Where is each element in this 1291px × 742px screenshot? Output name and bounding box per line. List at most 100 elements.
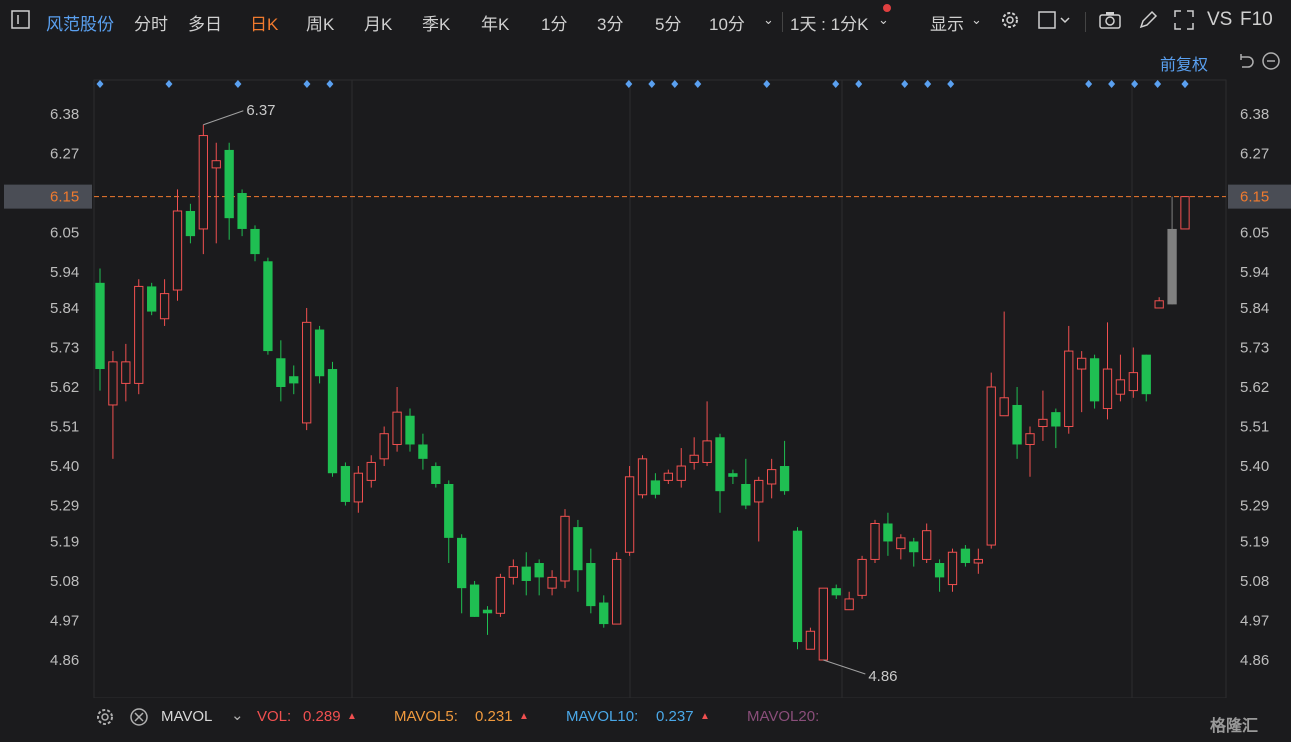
event-marker-icon[interactable]: [326, 80, 334, 88]
candle-body[interactable]: [302, 321, 312, 424]
indicator-name[interactable]: MAVOL: [161, 708, 212, 725]
candle-body[interactable]: [366, 461, 376, 481]
candle-body[interactable]: [754, 479, 764, 503]
gear-icon[interactable]: [999, 9, 1021, 31]
candle-body[interactable]: [1038, 418, 1048, 428]
candle-body[interactable]: [353, 472, 363, 503]
candle-body[interactable]: [250, 228, 260, 255]
camera-icon[interactable]: [1098, 9, 1121, 31]
event-marker-icon[interactable]: [832, 80, 840, 88]
candle-body[interactable]: [612, 558, 622, 625]
candle-body[interactable]: [198, 135, 208, 230]
event-marker-icon[interactable]: [234, 80, 242, 88]
tab-yearly-k[interactable]: 年K: [481, 10, 509, 35]
tab-daily-k[interactable]: 日K: [250, 10, 278, 35]
candle-body[interactable]: [586, 563, 596, 607]
candle-body[interactable]: [715, 437, 725, 492]
candle-body[interactable]: [495, 576, 506, 614]
candle-body[interactable]: [702, 440, 712, 463]
candle-body[interactable]: [650, 480, 661, 495]
indicator-chevron-icon[interactable]: ⌄: [231, 706, 244, 724]
candle-body[interactable]: [818, 587, 828, 661]
candle-body[interactable]: [624, 476, 635, 553]
candle-body[interactable]: [960, 548, 971, 564]
candle-body[interactable]: [909, 541, 919, 553]
tab-multi-day[interactable]: 多日: [188, 10, 222, 35]
candle-body[interactable]: [1128, 372, 1138, 392]
candle-body[interactable]: [1180, 196, 1190, 230]
candle-body[interactable]: [779, 466, 790, 492]
vs-button[interactable]: VS: [1207, 9, 1232, 31]
candle-body[interactable]: [728, 473, 738, 477]
candle-body[interactable]: [999, 397, 1009, 417]
event-marker-icon[interactable]: [165, 80, 173, 88]
stock-name[interactable]: 风范股份: [46, 10, 114, 35]
more-periods-chevron-icon[interactable]: ⌄: [763, 12, 774, 28]
event-marker-icon[interactable]: [1154, 80, 1162, 88]
candle-body[interactable]: [185, 210, 196, 237]
display-menu[interactable]: 显示: [930, 10, 964, 35]
event-marker-icon[interactable]: [1181, 80, 1189, 88]
candle-body[interactable]: [1167, 228, 1177, 305]
candle-body[interactable]: [237, 193, 247, 229]
event-marker-icon[interactable]: [947, 80, 955, 88]
f10-button[interactable]: F10: [1240, 9, 1273, 31]
candle-body[interactable]: [134, 285, 144, 384]
candle-body[interactable]: [1154, 300, 1164, 309]
candle-body[interactable]: [599, 602, 609, 625]
event-marker-icon[interactable]: [1108, 80, 1116, 88]
event-marker-icon[interactable]: [648, 80, 656, 88]
candle-body[interactable]: [637, 458, 648, 496]
candle-body[interactable]: [947, 551, 958, 586]
candle-body[interactable]: [340, 466, 351, 502]
candle-body[interactable]: [741, 483, 751, 506]
candle-body[interactable]: [211, 160, 221, 169]
candle-body[interactable]: [534, 563, 544, 578]
candle-body[interactable]: [418, 444, 428, 459]
tab-1min[interactable]: 1分: [541, 10, 567, 35]
event-marker-icon[interactable]: [901, 80, 909, 88]
candle-body[interactable]: [508, 566, 518, 578]
candle-body[interactable]: [469, 584, 480, 617]
tab-10min[interactable]: 10分: [709, 10, 745, 35]
candle-body[interactable]: [521, 566, 531, 581]
fullscreen-icon[interactable]: [1173, 9, 1195, 31]
candle-body[interactable]: [172, 210, 183, 291]
candle-body[interactable]: [1102, 368, 1113, 410]
tab-3min[interactable]: 3分: [597, 10, 623, 35]
candle-body[interactable]: [1141, 354, 1151, 395]
candle-body[interactable]: [547, 576, 557, 589]
event-marker-icon[interactable]: [924, 80, 932, 88]
tab-weekly-k[interactable]: 周K: [306, 10, 334, 35]
candle-body[interactable]: [792, 530, 803, 643]
candle-body[interactable]: [922, 530, 932, 560]
event-marker-icon[interactable]: [1085, 80, 1093, 88]
candle-body[interactable]: [276, 358, 286, 387]
candle-body[interactable]: [1115, 379, 1126, 395]
candle-body[interactable]: [379, 433, 389, 460]
candle-body[interactable]: [263, 261, 273, 352]
candle-body[interactable]: [663, 472, 673, 481]
candle-body[interactable]: [1077, 357, 1087, 370]
chart-style-icon[interactable]: [1037, 9, 1070, 31]
candle-body[interactable]: [392, 411, 402, 445]
candle-body[interactable]: [857, 558, 867, 596]
event-marker-icon[interactable]: [303, 80, 311, 88]
candle-body[interactable]: [844, 598, 854, 611]
candle-body[interactable]: [1012, 404, 1022, 445]
pencil-icon[interactable]: [1137, 9, 1159, 31]
candle-body[interactable]: [431, 466, 441, 484]
sidebar-toggle-icon[interactable]: [10, 9, 32, 31]
candle-body[interactable]: [767, 469, 777, 485]
tab-quarterly-k[interactable]: 季K: [422, 10, 450, 35]
candle-body[interactable]: [108, 361, 118, 406]
candle-body[interactable]: [896, 537, 906, 550]
candle-body[interactable]: [314, 329, 325, 377]
candle-body[interactable]: [159, 293, 170, 320]
candle-body[interactable]: [573, 527, 583, 571]
tab-monthly-k[interactable]: 月K: [364, 10, 392, 35]
candle-body[interactable]: [224, 149, 234, 219]
close-indicator-icon[interactable]: [129, 707, 149, 727]
candle-body[interactable]: [327, 369, 338, 474]
event-marker-icon[interactable]: [855, 80, 863, 88]
